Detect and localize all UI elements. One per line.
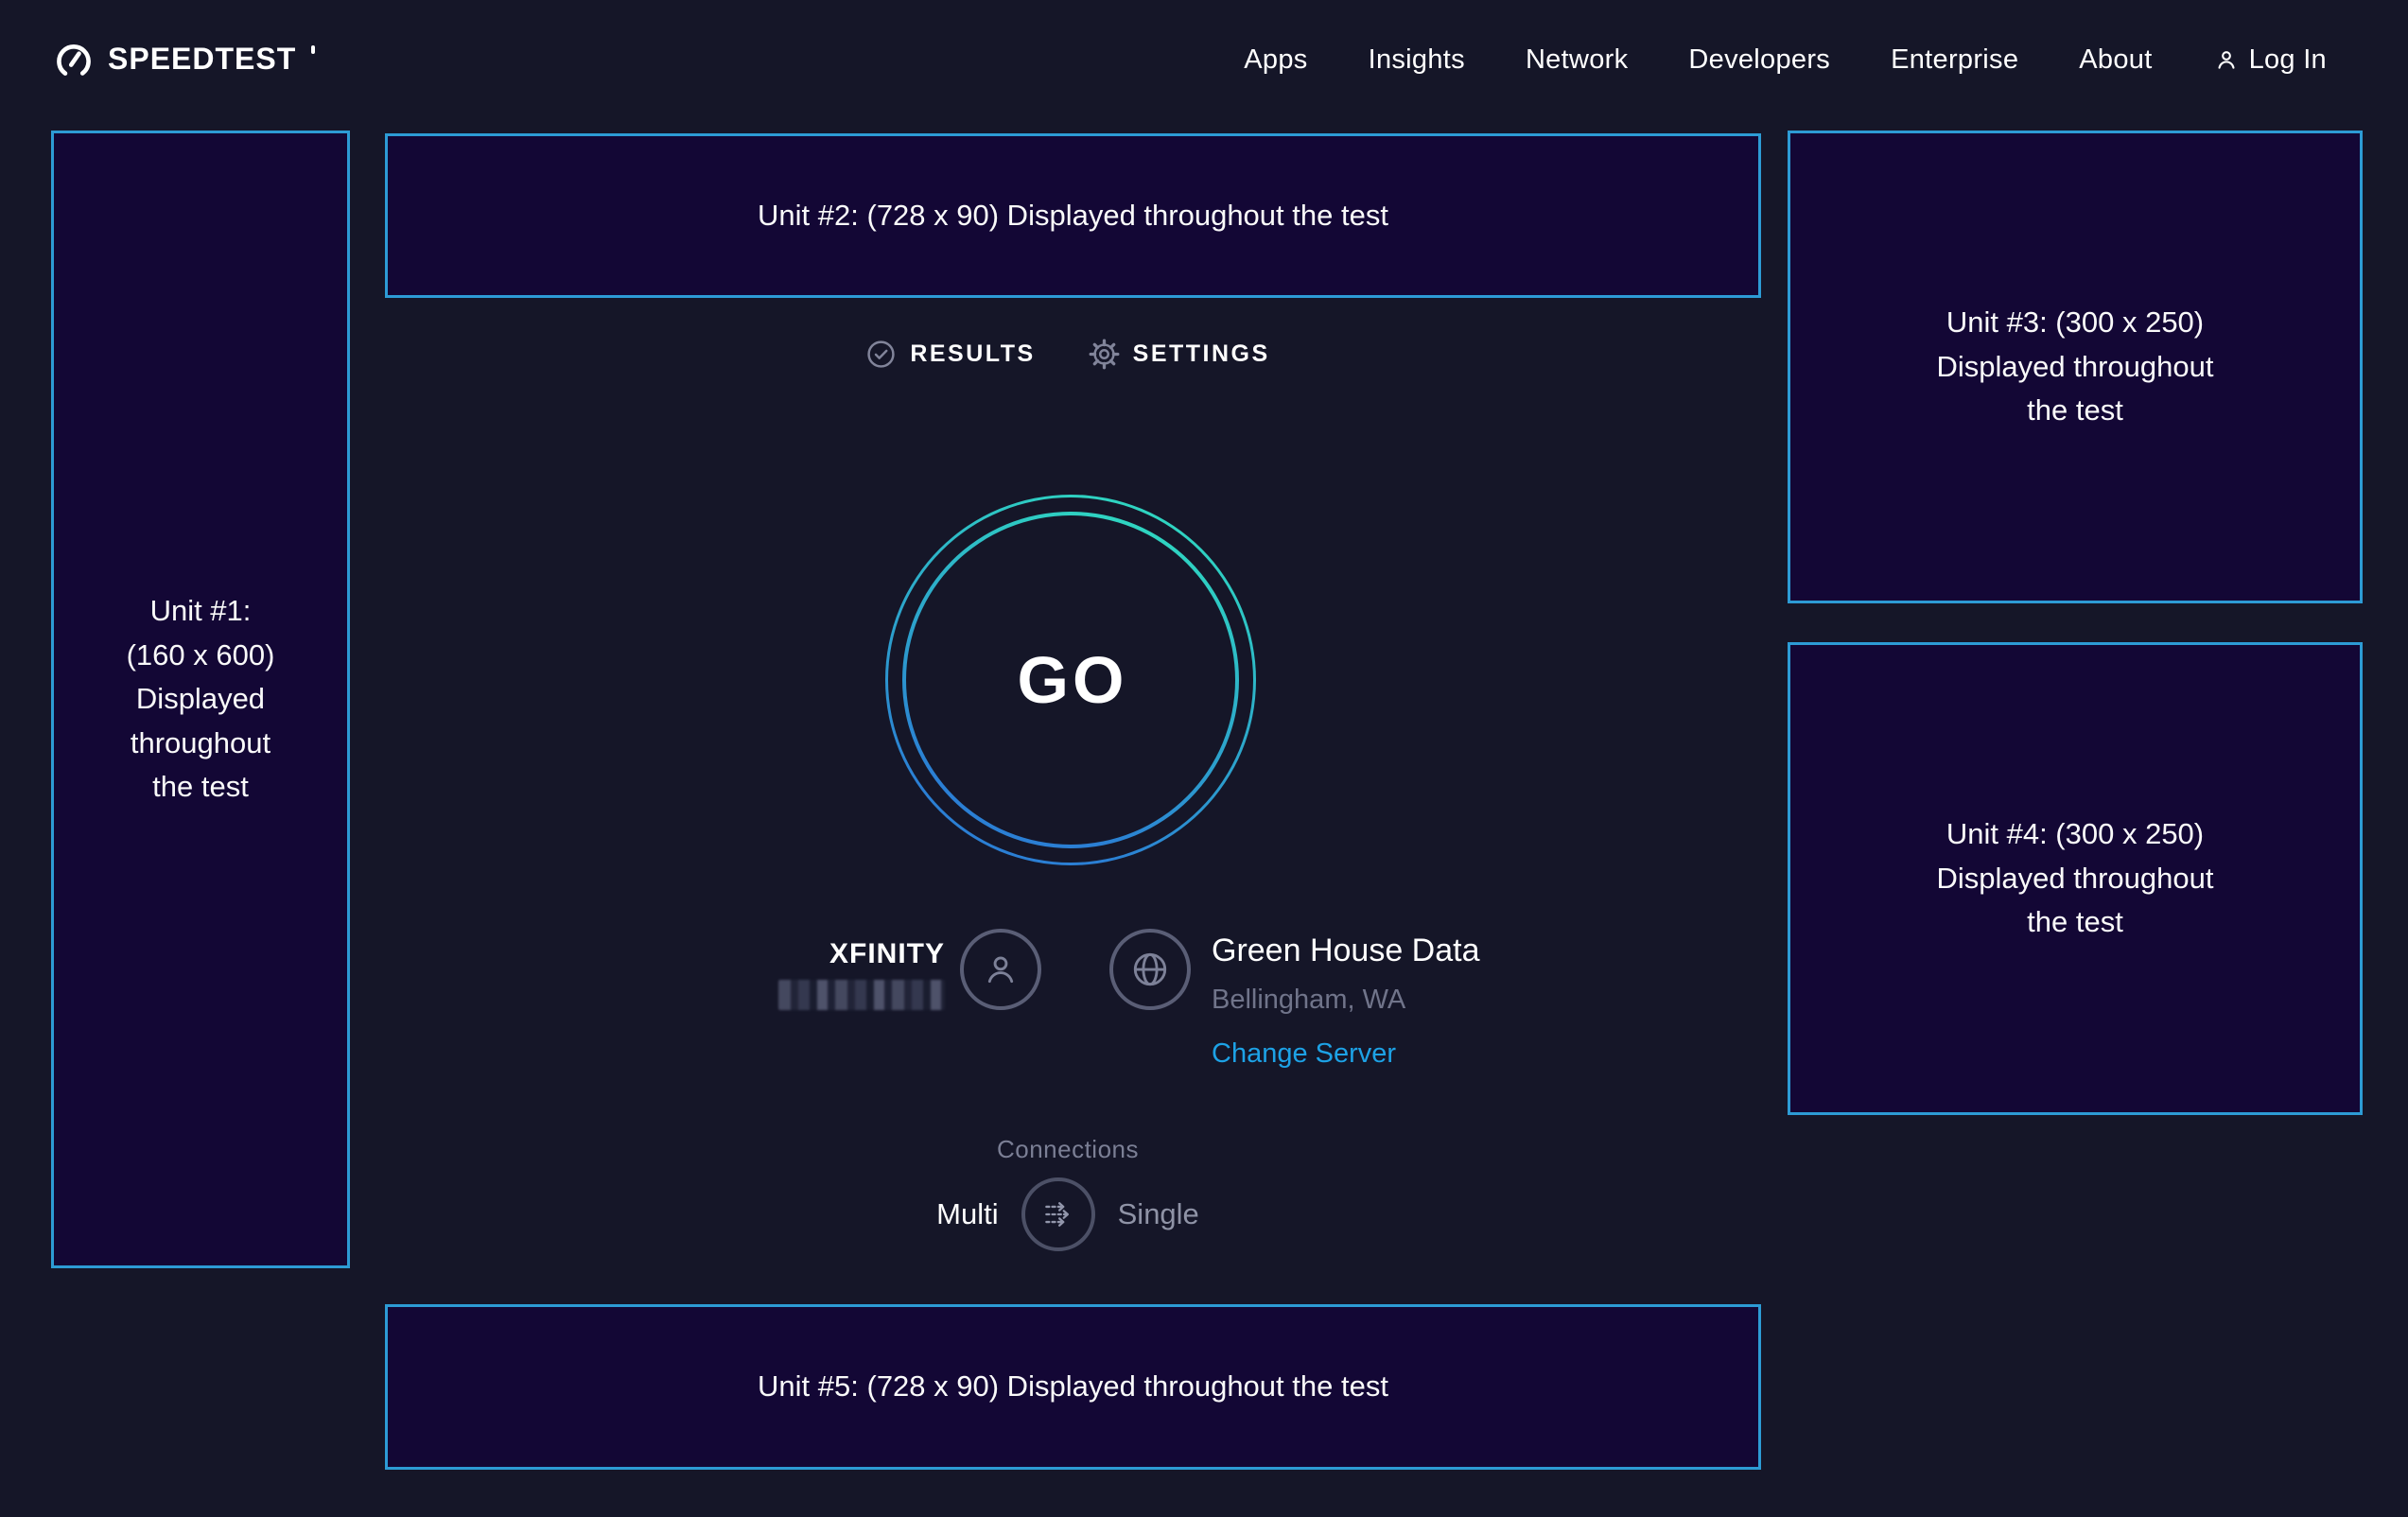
logo[interactable]: SPEEDTEST bbox=[53, 38, 315, 81]
login-link[interactable]: Log In bbox=[2213, 44, 2327, 76]
nav-item-network[interactable]: Network bbox=[1526, 44, 1628, 76]
connection-info: XFINITY Green House Data Bellingham, WA … bbox=[778, 927, 1480, 1070]
nav-item-about[interactable]: About bbox=[2079, 44, 2152, 76]
tab-results[interactable]: RESULTS bbox=[865, 339, 1035, 370]
speedtest-page: SPEEDTEST Apps Insights Network Develope… bbox=[0, 0, 2408, 1517]
user-icon bbox=[2213, 46, 2240, 73]
ad-unit-5[interactable]: Unit #5: (728 x 90) Displayed throughout… bbox=[385, 1304, 1761, 1470]
tab-results-label: RESULTS bbox=[910, 340, 1035, 368]
connections-single-option[interactable]: Single bbox=[1118, 1197, 1199, 1231]
server-location: Bellingham, WA bbox=[1212, 985, 1405, 1016]
login-label: Log In bbox=[2249, 44, 2327, 76]
main-nav: Apps Insights Network Developers Enterpr… bbox=[1244, 44, 2327, 76]
tab-settings-label: SETTINGS bbox=[1133, 340, 1270, 368]
ad-unit-4[interactable]: Unit #4: (300 x 250) Displayed throughou… bbox=[1788, 642, 2363, 1115]
check-circle-icon bbox=[865, 339, 897, 370]
gear-icon bbox=[1089, 339, 1120, 370]
connections-multi-option[interactable]: Multi bbox=[936, 1197, 998, 1231]
ad-unit-2[interactable]: Unit #2: (728 x 90) Displayed throughout… bbox=[385, 133, 1761, 298]
isp-name: XFINITY bbox=[829, 938, 945, 970]
multi-arrows-icon bbox=[1037, 1193, 1080, 1236]
go-inner-ring: GO bbox=[902, 512, 1239, 848]
go-label: GO bbox=[1014, 642, 1128, 718]
nav-item-apps[interactable]: Apps bbox=[1244, 44, 1307, 76]
view-tabs: RESULTS SETTINGS bbox=[350, 339, 1786, 370]
go-outer-ring: GO bbox=[885, 495, 1256, 865]
ad-unit-3-text: Unit #3: (300 x 250) Displayed throughou… bbox=[1937, 301, 2214, 433]
server-name: Green House Data bbox=[1212, 933, 1480, 969]
speedometer-gauge-icon bbox=[53, 40, 95, 81]
ad-unit-1-text: Unit #1: (160 x 600) Displayed throughou… bbox=[127, 589, 275, 810]
connections-section: Connections Multi Single bbox=[350, 1135, 1786, 1251]
ad-unit-4-text: Unit #4: (300 x 250) Displayed throughou… bbox=[1937, 812, 2214, 945]
server-globe-icon bbox=[1109, 929, 1191, 1010]
go-button[interactable]: GO bbox=[885, 495, 1256, 865]
redacted-ip bbox=[778, 980, 945, 1010]
ad-unit-5-text: Unit #5: (728 x 90) Displayed throughout… bbox=[758, 1365, 1388, 1409]
isp-block: XFINITY bbox=[778, 927, 945, 1010]
ad-unit-2-text: Unit #2: (728 x 90) Displayed throughout… bbox=[758, 194, 1388, 238]
connection-mode-toggle[interactable] bbox=[1021, 1177, 1095, 1251]
nav-item-developers[interactable]: Developers bbox=[1688, 44, 1830, 76]
ad-unit-1[interactable]: Unit #1: (160 x 600) Displayed throughou… bbox=[51, 131, 350, 1268]
connections-row: Multi Single bbox=[936, 1177, 1199, 1251]
logo-text: SPEEDTEST bbox=[108, 38, 296, 79]
globe-icon bbox=[1128, 948, 1172, 991]
tab-settings[interactable]: SETTINGS bbox=[1089, 339, 1270, 370]
server-block: Green House Data Bellingham, WA Change S… bbox=[1212, 927, 1480, 1070]
nav-item-enterprise[interactable]: Enterprise bbox=[1891, 44, 2018, 76]
top-nav: SPEEDTEST Apps Insights Network Develope… bbox=[0, 0, 2408, 119]
isp-user-icon bbox=[960, 929, 1041, 1010]
user-icon bbox=[979, 948, 1022, 991]
connections-label: Connections bbox=[997, 1135, 1139, 1164]
change-server-link[interactable]: Change Server bbox=[1212, 1038, 1396, 1070]
nav-item-insights[interactable]: Insights bbox=[1369, 44, 1465, 76]
trademark-mark bbox=[311, 45, 315, 54]
ad-unit-3[interactable]: Unit #3: (300 x 250) Displayed throughou… bbox=[1788, 131, 2363, 603]
